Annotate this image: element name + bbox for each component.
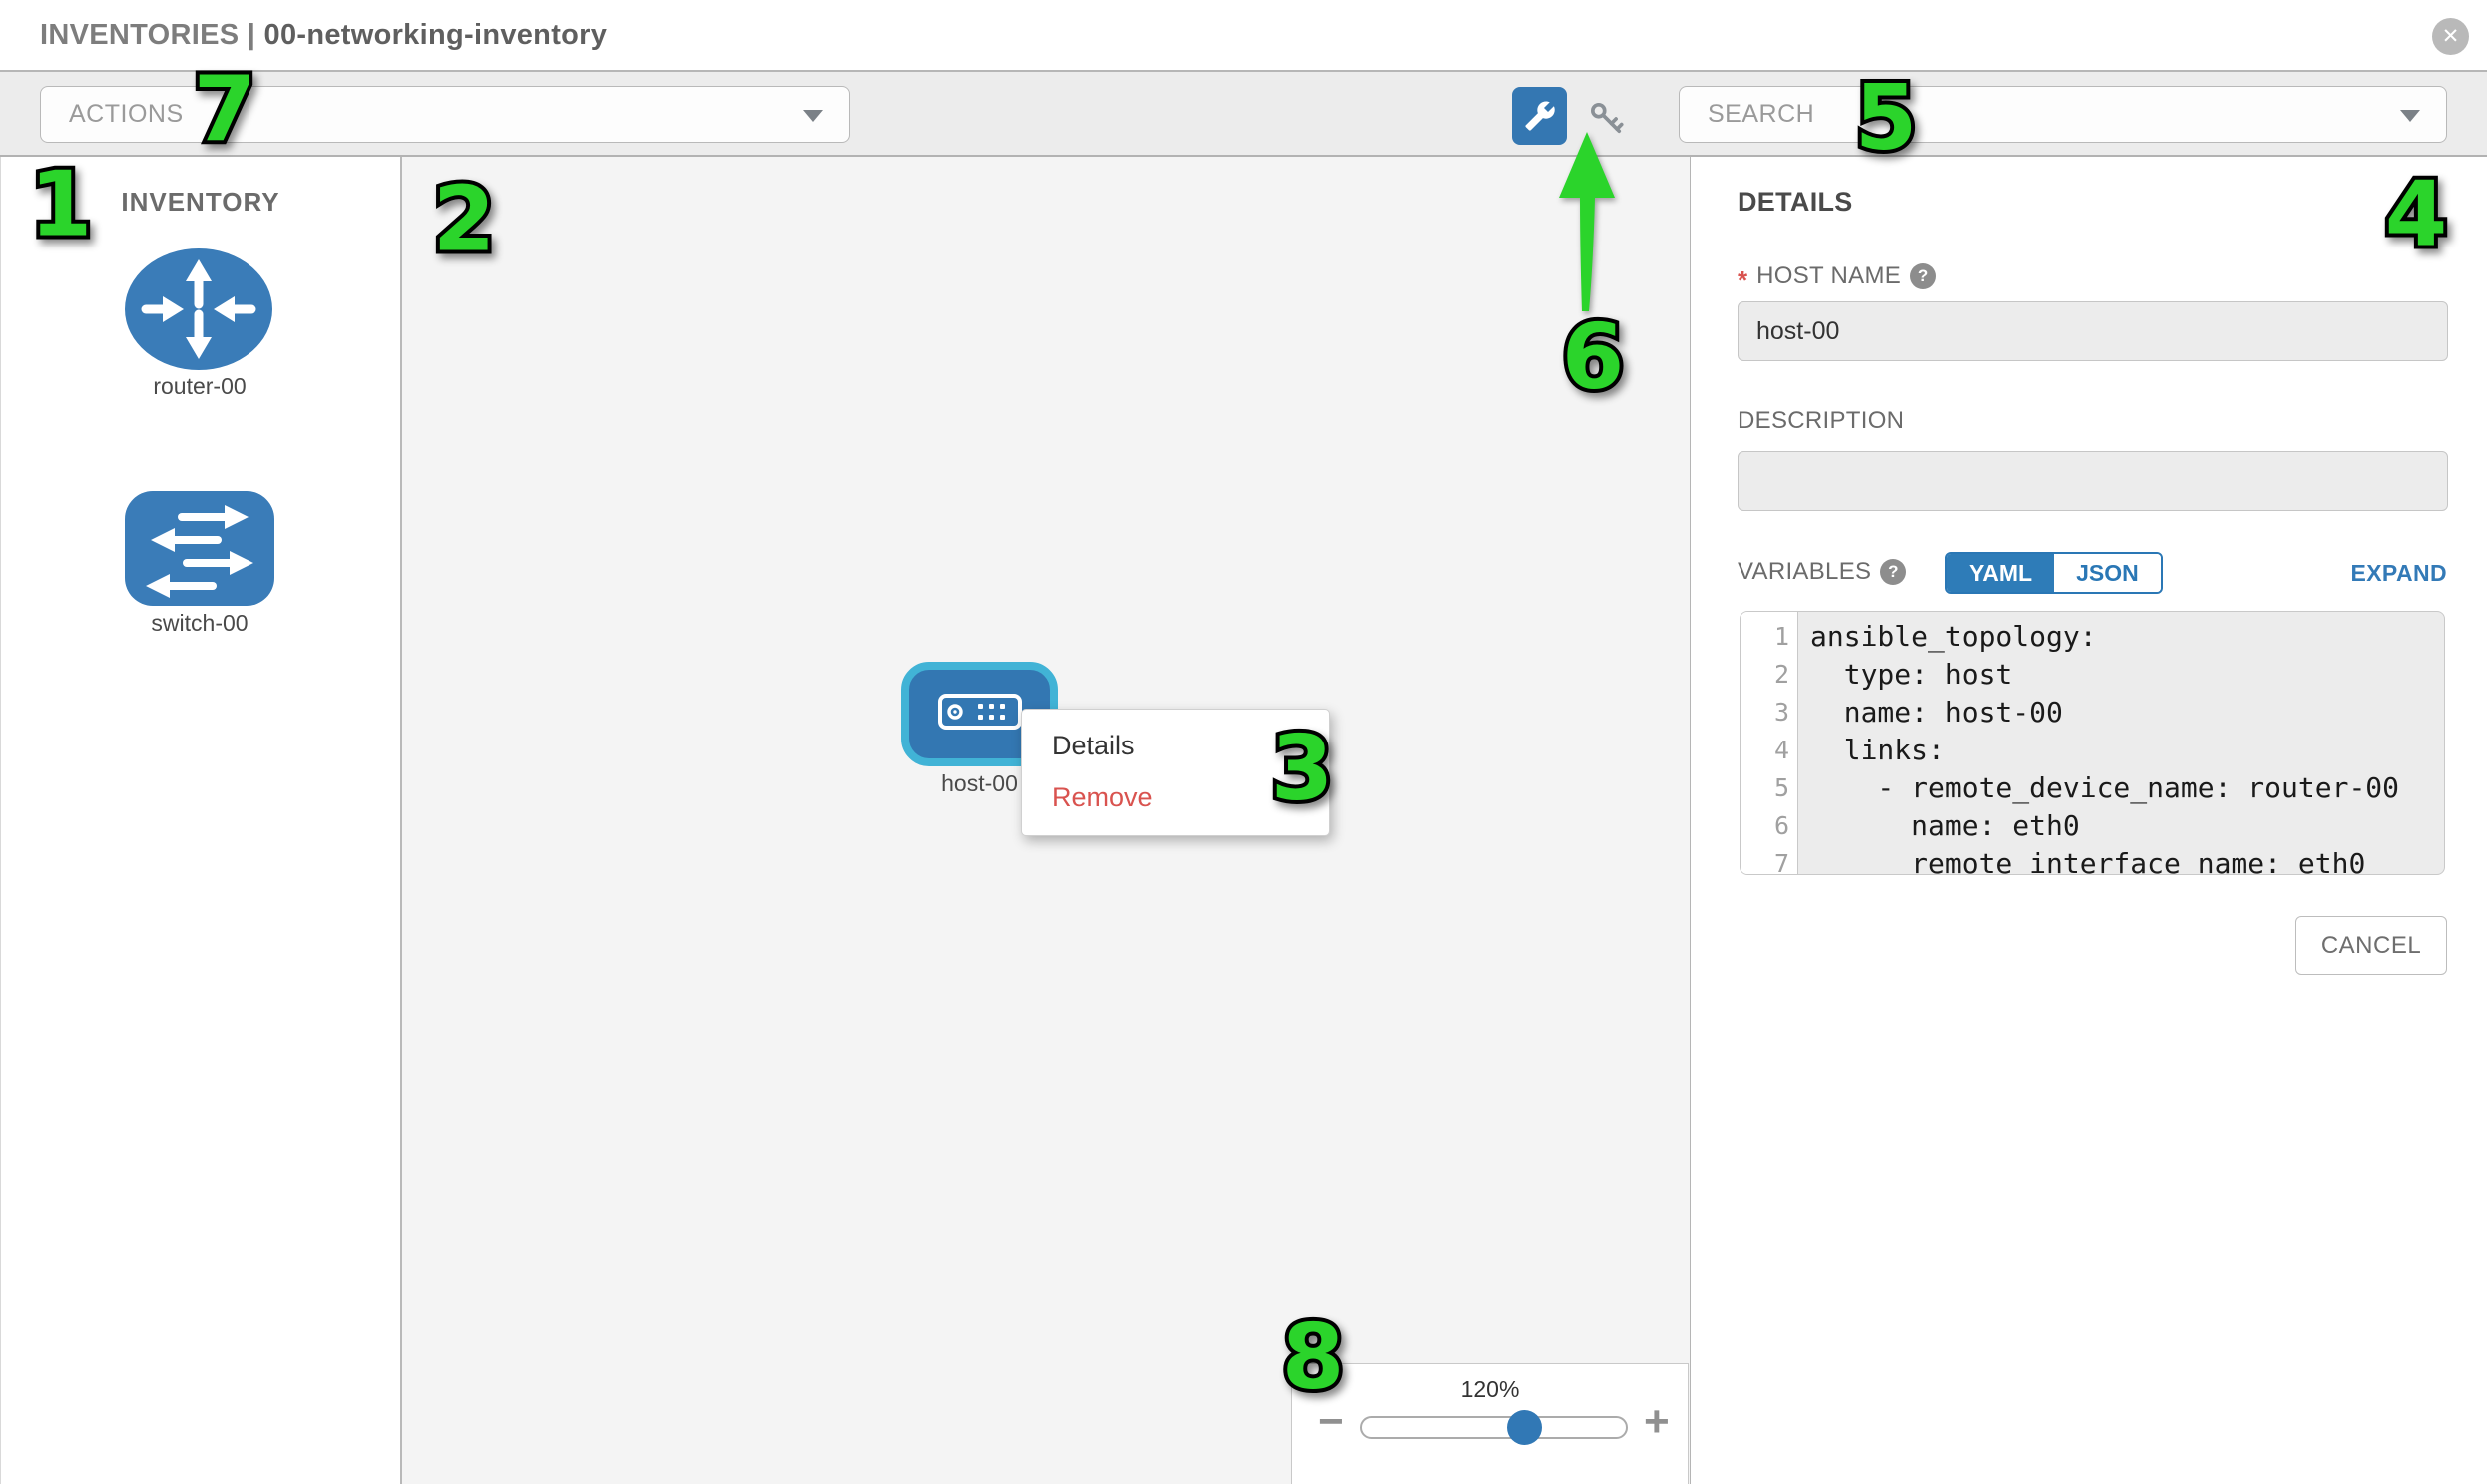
breadcrumb-section: INVENTORIES [40, 19, 239, 51]
sidebar-title: INVENTORY [1, 187, 400, 218]
code-line: 5 - remote_device_name: router-00 [1741, 769, 2444, 807]
code-lines: 1ansible_topology: 2 type: host 3 name: … [1741, 618, 2444, 875]
node-context-menu: Details Remove [1021, 709, 1330, 836]
key-button[interactable] [1586, 98, 1628, 140]
switch-icon [125, 491, 274, 606]
description-label: DESCRIPTION [1738, 407, 1904, 435]
key-icon [1586, 98, 1628, 140]
context-menu-details[interactable]: Details [1022, 720, 1329, 771]
zoom-out-button[interactable]: − [1318, 1400, 1344, 1444]
chevron-down-icon [803, 110, 823, 122]
details-panel-title: DETAILS [1738, 187, 1853, 218]
required-asterisk: * [1738, 270, 1747, 290]
toolbar: ACTIONS SEARCH [0, 72, 2487, 157]
palette-item-router[interactable] [125, 248, 272, 370]
wrench-icon [1524, 100, 1556, 132]
zoom-level-label: 120% [1292, 1376, 1688, 1403]
variables-format-toggle: YAML JSON [1945, 552, 2163, 594]
code-line: 4 links: [1741, 732, 2444, 769]
breadcrumb: INVENTORIES | 00-networking-inventory [40, 0, 607, 70]
actions-dropdown-label: ACTIONS [69, 87, 184, 142]
help-icon[interactable]: ? [1880, 559, 1906, 585]
zoom-in-button[interactable]: + [1644, 1400, 1670, 1444]
palette-item-switch[interactable] [125, 491, 274, 606]
close-icon[interactable]: ✕ [2432, 18, 2469, 55]
zoom-slider-thumb[interactable] [1507, 1410, 1542, 1445]
variables-label-row: VARIABLES ? [1738, 558, 1906, 586]
expand-link[interactable]: EXPAND [2350, 560, 2447, 587]
host-name-input[interactable] [1738, 301, 2448, 361]
description-input[interactable] [1738, 451, 2448, 511]
palette-label-router: router-00 [100, 373, 299, 400]
code-line: 3 name: host-00 [1741, 694, 2444, 732]
chevron-down-icon [2400, 110, 2420, 122]
breadcrumb-item: 00-networking-inventory [264, 19, 608, 51]
toggle-yaml[interactable]: YAML [1947, 554, 2054, 592]
topology-canvas[interactable]: host-00 Details Remove 120% − + [402, 157, 1690, 1484]
search-dropdown-label: SEARCH [1708, 87, 1814, 142]
details-panel: DETAILS * HOST NAME ? DESCRIPTION VARIAB… [1690, 157, 2487, 1484]
inventory-sidebar: INVENTORY router-00 [0, 157, 402, 1484]
zoom-slider-track[interactable] [1360, 1416, 1628, 1439]
code-line: 1ansible_topology: [1741, 618, 2444, 656]
tools-button[interactable] [1512, 87, 1567, 145]
host-name-label-row: * HOST NAME ? [1738, 262, 1936, 290]
code-line: 2 type: host [1741, 656, 2444, 694]
host-icon [938, 694, 1022, 730]
description-label-row: DESCRIPTION [1738, 407, 1904, 435]
inventory-topology-app: INVENTORIES | 00-networking-inventory ✕ … [0, 0, 2487, 1484]
actions-dropdown[interactable]: ACTIONS [40, 86, 850, 143]
zoom-control-panel: 120% − + [1291, 1363, 1689, 1484]
host-name-label: HOST NAME [1756, 262, 1901, 290]
cancel-button[interactable]: CANCEL [2295, 916, 2447, 975]
code-line: 7 remote_interface_name: eth0 [1741, 845, 2444, 875]
help-icon[interactable]: ? [1910, 263, 1936, 289]
breadcrumb-separator: | [248, 19, 255, 51]
variables-label: VARIABLES [1738, 558, 1871, 586]
toggle-json[interactable]: JSON [2054, 554, 2161, 592]
code-line: 6 name: eth0 [1741, 807, 2444, 845]
palette-label-switch: switch-00 [100, 610, 299, 637]
context-menu-remove[interactable]: Remove [1022, 771, 1329, 823]
search-dropdown[interactable]: SEARCH [1679, 86, 2447, 143]
router-icon [125, 248, 272, 370]
page-header: INVENTORIES | 00-networking-inventory ✕ [0, 0, 2487, 72]
variables-code-editor[interactable]: 1ansible_topology: 2 type: host 3 name: … [1740, 611, 2445, 875]
